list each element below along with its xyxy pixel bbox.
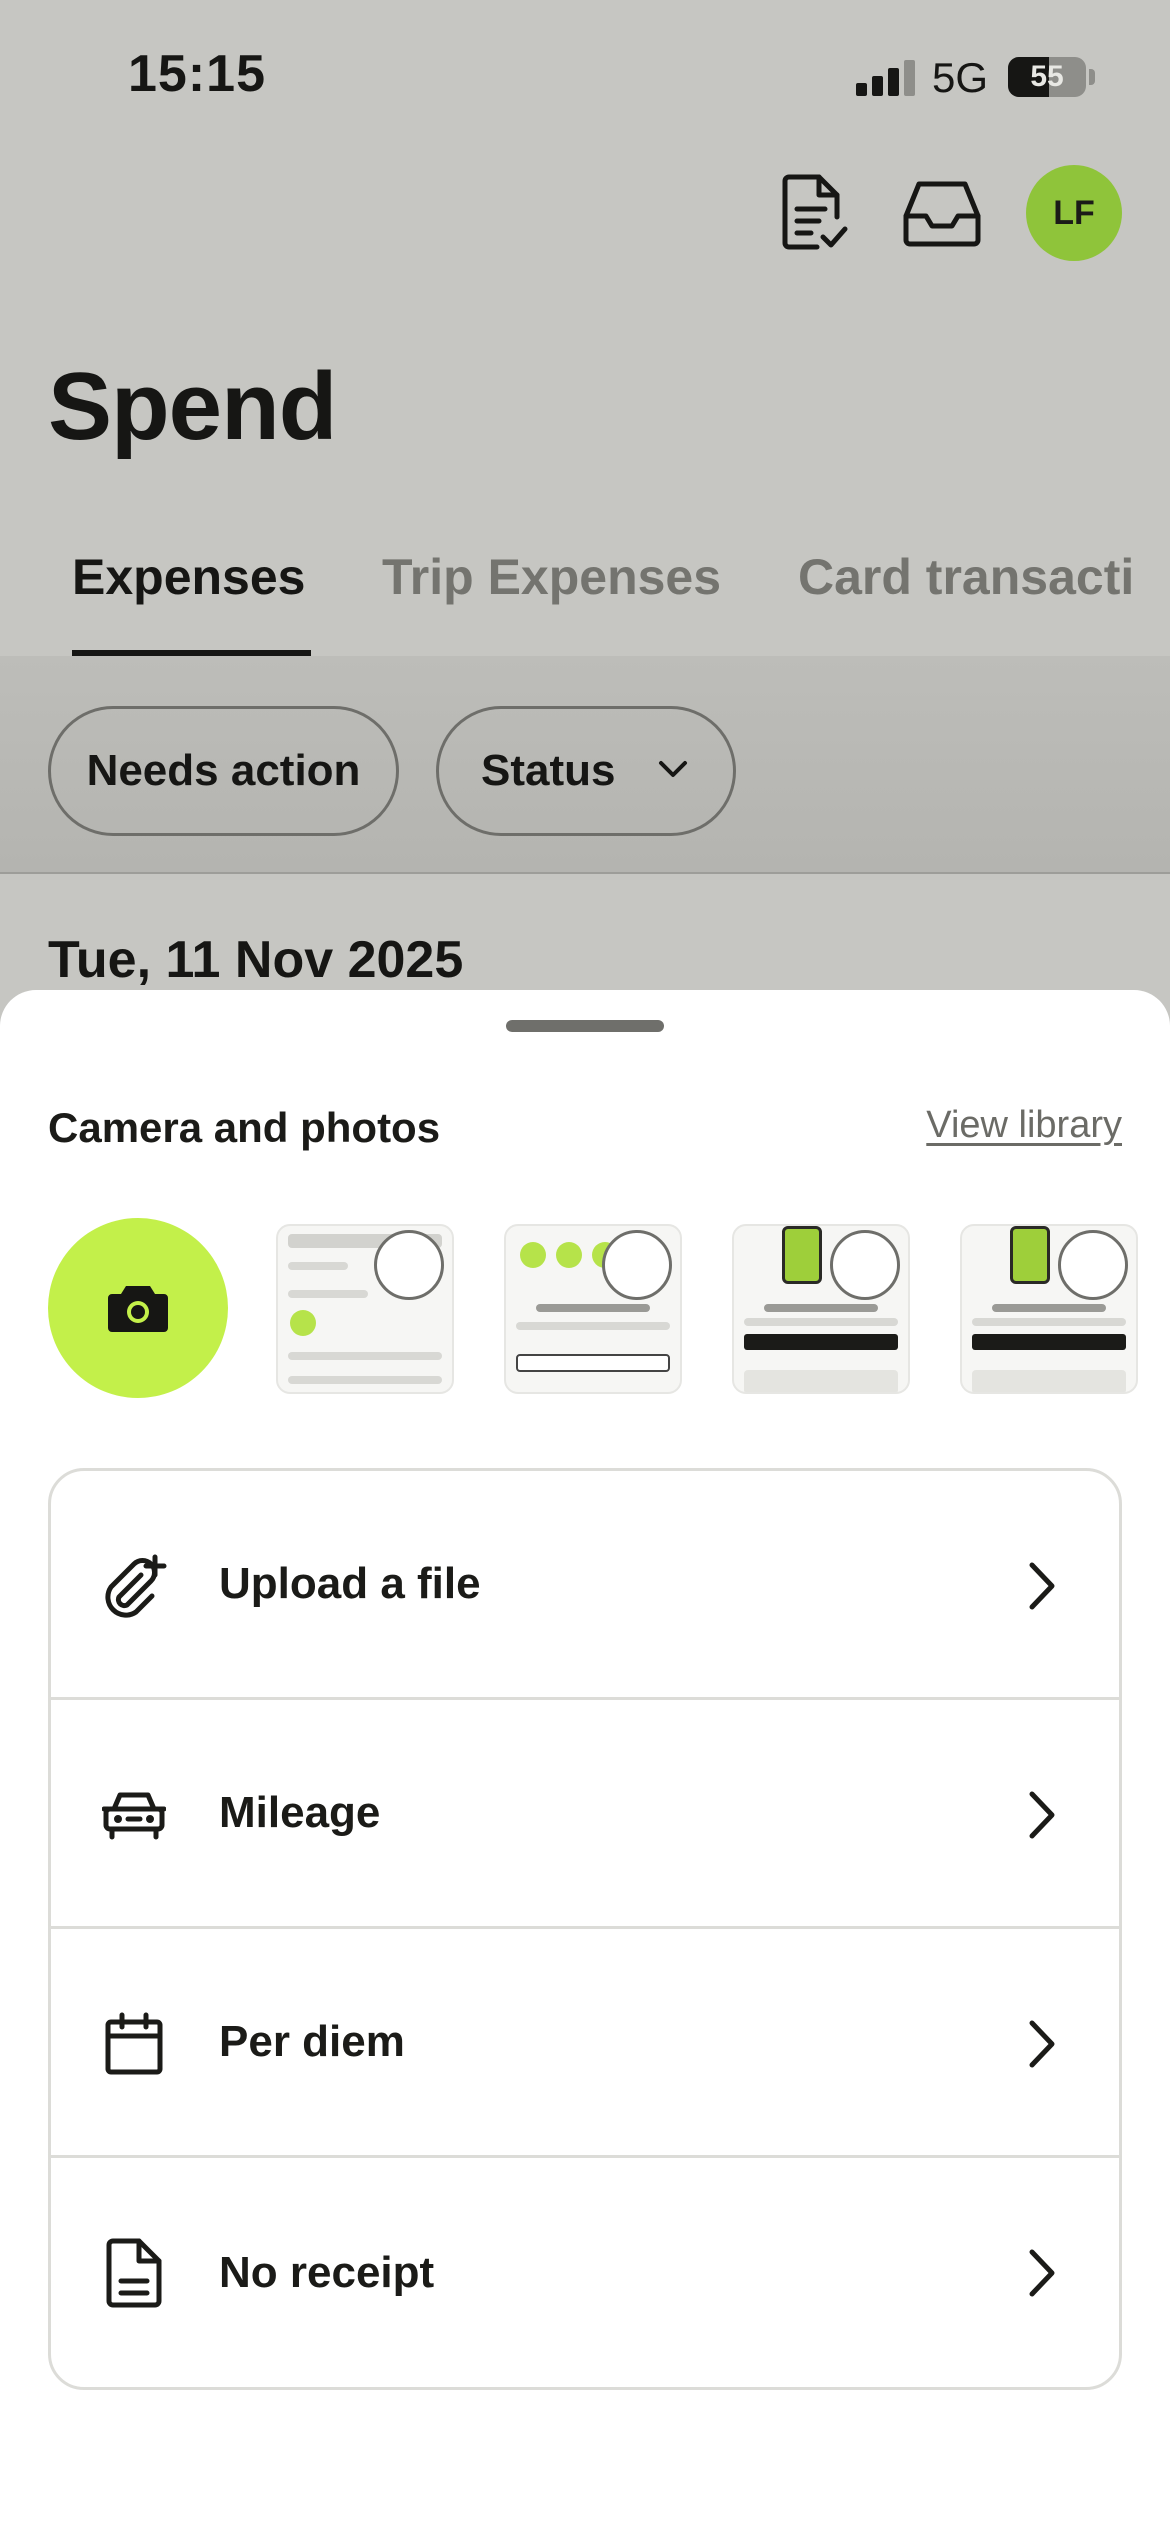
per-diem-option[interactable]: Per diem (51, 1929, 1119, 2158)
camera-icon (108, 1286, 168, 1332)
mileage-option[interactable]: Mileage (51, 1700, 1119, 1929)
photo-thumbnail[interactable] (732, 1224, 910, 1394)
select-circle[interactable] (602, 1230, 672, 1300)
battery-tip (1089, 69, 1095, 85)
camera-button[interactable] (48, 1218, 228, 1398)
header-actions: LF (770, 163, 1122, 263)
avatar[interactable]: LF (1026, 165, 1122, 261)
view-library-link[interactable]: View library (926, 1104, 1122, 1147)
date-heading: Tue, 11 Nov 2025 (48, 931, 464, 989)
chevron-right-icon (1029, 2249, 1055, 2297)
tab-expenses[interactable]: Expenses (72, 548, 305, 606)
no-receipt-label: No receipt (219, 2247, 435, 2297)
chevron-right-icon (1029, 2020, 1055, 2068)
tab-bar: Expenses Trip Expenses Card transacti (0, 520, 1170, 656)
sheet-grabber[interactable] (506, 1020, 664, 1032)
select-circle[interactable] (374, 1230, 444, 1300)
expense-options-list: Upload a file Mileage Per diem No receip… (48, 1468, 1122, 2390)
network-type: 5G (932, 54, 989, 101)
tab-card-transactions[interactable]: Card transacti (798, 548, 1134, 606)
chevron-right-icon (1029, 1791, 1055, 1839)
filter-bar: Needs action Status (0, 656, 1170, 874)
photo-thumbnail[interactable] (960, 1224, 1138, 1394)
select-circle[interactable] (830, 1230, 900, 1300)
needs-action-filter[interactable]: Needs action (48, 706, 399, 836)
receipt-check-icon[interactable] (770, 169, 858, 257)
status-label: Status (481, 746, 616, 795)
chevron-right-icon (1029, 1562, 1055, 1610)
document-icon (101, 2238, 167, 2308)
photo-thumbnail[interactable] (504, 1224, 682, 1394)
calendar-icon (101, 2011, 167, 2077)
photo-thumbnail[interactable] (276, 1224, 454, 1394)
per-diem-label: Per diem (219, 2017, 405, 2066)
upload-file-option[interactable]: Upload a file (51, 1471, 1119, 1700)
status-filter[interactable]: Status (436, 706, 736, 836)
mileage-label: Mileage (219, 1788, 381, 1837)
battery-icon: 55 (1008, 57, 1086, 97)
upload-file-label: Upload a file (219, 1559, 481, 1608)
paperclip-plus-icon (101, 1553, 167, 1619)
page-title: Spend (48, 353, 337, 460)
add-expense-sheet: Camera and photos View library Upload a … (0, 990, 1170, 2532)
photos-row (0, 1216, 1170, 1406)
status-bar: 15:15 5G 55 (0, 0, 1170, 150)
battery-level: 55 (1030, 60, 1064, 93)
chevron-down-icon (659, 761, 687, 777)
status-time: 15:15 (128, 45, 266, 103)
no-receipt-option[interactable]: No receipt (51, 2158, 1119, 2387)
needs-action-label: Needs action (86, 746, 361, 795)
signal-icon (856, 60, 916, 96)
sheet-title: Camera and photos (48, 1104, 441, 1151)
car-icon (101, 1782, 167, 1848)
tab-trip-expenses[interactable]: Trip Expenses (382, 548, 721, 606)
inbox-icon[interactable] (898, 169, 986, 257)
select-circle[interactable] (1058, 1230, 1128, 1300)
